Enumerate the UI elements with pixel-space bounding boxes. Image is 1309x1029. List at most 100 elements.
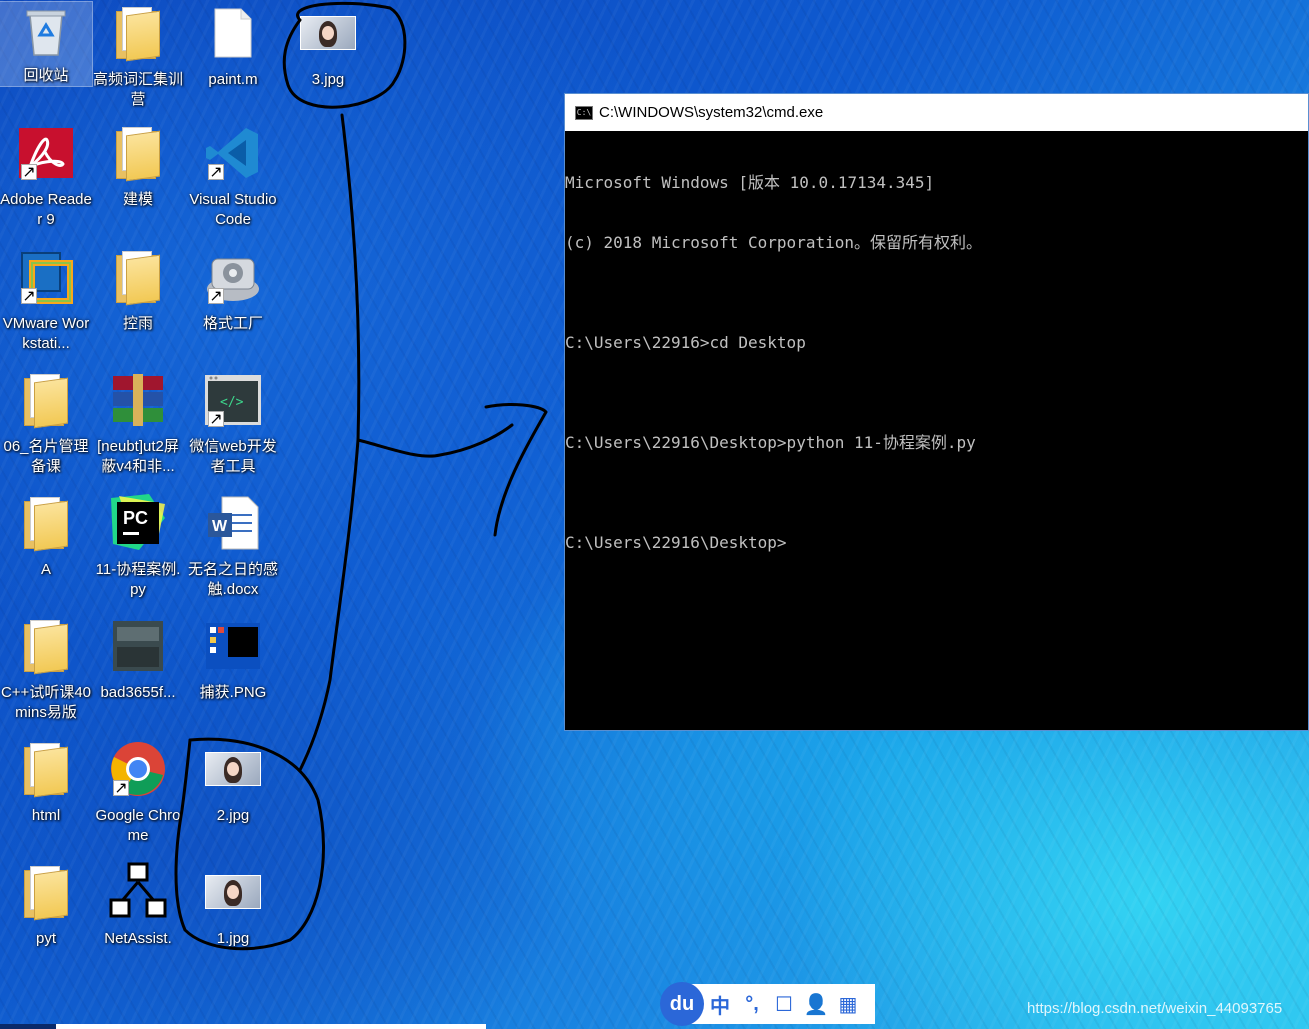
desktop-icon-label: Google Chrome [95, 807, 181, 844]
cmd-app-icon: C:\ [575, 105, 593, 120]
desktop-icon-label: NetAssist. [104, 930, 172, 947]
ime-menu-grid-icon[interactable]: ▦ [832, 984, 864, 1024]
desktop-icon-label: C++试听课40mins易版 [0, 684, 92, 721]
ime-keyboard-icon[interactable]: ☐ [768, 984, 800, 1024]
vmware-icon: ↗ [15, 246, 77, 308]
cmd-window[interactable]: C:\ C:\WINDOWS\system32\cmd.exe Microsof… [564, 93, 1309, 731]
pycharm-icon: PC [107, 492, 169, 554]
desktop-icon-cpp-course[interactable]: C++试听课40mins易版 [0, 615, 92, 723]
image-thumbnail-icon [202, 861, 264, 923]
image-thumbnail-icon [107, 615, 169, 677]
desktop-icon-label: 2.jpg [216, 807, 250, 824]
desktop-icon-label: paint.m [208, 71, 258, 88]
folder-icon [107, 122, 169, 184]
desktop-icon-label: VMware Workstati... [2, 315, 90, 352]
desktop-icon-modeling[interactable]: 建模 [92, 122, 184, 210]
desktop-icon-label: 格式工厂 [202, 315, 263, 332]
ime-toolbar[interactable]: du 中 °, ☐ 👤 ▦ [660, 982, 875, 1026]
desktop-icon-adobe-reader[interactable]: ↗ Adobe Reader 9 [0, 122, 92, 230]
desktop-icon-1jpg[interactable]: 1.jpg [187, 861, 279, 949]
desktop-icon-label: 1.jpg [216, 930, 250, 947]
desktop-icon-kongyu[interactable]: 控雨 [92, 246, 184, 334]
shortcut-arrow-icon: ↗ [113, 780, 129, 797]
word-icon: W [202, 492, 264, 554]
baidu-ime-logo-icon[interactable]: du [660, 982, 704, 1026]
taskbar-edge [0, 1024, 56, 1029]
desktop-icon-label: Adobe Reader 9 [0, 191, 92, 228]
desktop-icon-recycle-bin[interactable]: 回收站 [0, 1, 93, 87]
console-prompt[interactable]: C:\Users\22916\Desktop> [565, 533, 1308, 553]
chrome-icon: ↗ [107, 738, 169, 800]
desktop-icon-capture-png[interactable]: 捕获.PNG [187, 615, 279, 703]
desktop-icon-google-chrome[interactable]: ↗ Google Chrome [92, 738, 184, 846]
cmd-window-title: C:\WINDOWS\system32\cmd.exe [599, 104, 824, 121]
shortcut-arrow-icon: ↗ [208, 411, 224, 428]
folder-icon [15, 492, 77, 554]
desktop-icon-bad3655f[interactable]: bad3655f... [92, 615, 184, 703]
file-icon [202, 2, 264, 64]
desktop-icon-vmware[interactable]: ↗ VMware Workstati... [0, 246, 92, 354]
image-thumbnail-icon [202, 738, 264, 800]
console-line: C:\Users\22916\Desktop>python 11-协程案例.py [565, 433, 976, 452]
taskbar-edge-light [56, 1024, 486, 1029]
desktop-icon-label: A [40, 561, 51, 578]
desktop-icon-label: 06_名片管理备课 [3, 438, 89, 475]
ime-punctuation-button[interactable]: °, [736, 984, 768, 1024]
shortcut-arrow-icon: ↗ [208, 164, 224, 181]
desktop-icon-word-doc[interactable]: W 无名之日的感触.docx [187, 492, 279, 600]
svg-text:W: W [212, 518, 228, 535]
folder-icon [15, 861, 77, 923]
console-line: C:\Users\22916>cd Desktop [565, 333, 806, 352]
ime-chinese-mode-button[interactable]: 中 [704, 984, 736, 1024]
recycle-bin-icon [15, 2, 77, 60]
format-factory-icon: ↗ [202, 246, 264, 308]
svg-text:PC: PC [123, 508, 148, 528]
folder-icon [15, 738, 77, 800]
desktop-icon-label: Visual Studio Code [189, 191, 277, 228]
desktop-icon-card-manager[interactable]: 06_名片管理备课 [0, 369, 92, 477]
desktop-icon-format-factory[interactable]: ↗ 格式工厂 [187, 246, 279, 334]
desktop-icon-label: 11-协程案例.py [95, 561, 181, 598]
folder-doc-icon [107, 2, 169, 64]
ime-user-icon[interactable]: 👤 [800, 984, 832, 1024]
console-line: Microsoft Windows [版本 10.0.17134.345] [565, 173, 935, 192]
shortcut-arrow-icon: ↗ [208, 288, 224, 305]
desktop-icon-netassist[interactable]: NetAssist. [92, 861, 184, 949]
desktop-icon-html[interactable]: html [0, 738, 92, 826]
cmd-titlebar[interactable]: C:\ C:\WINDOWS\system32\cmd.exe [565, 94, 1308, 131]
desktop-icon-vocab-camp[interactable]: 高频词汇集训营 [92, 2, 184, 110]
svg-text:</>: </> [220, 395, 244, 410]
desktop-icon-paint-m[interactable]: paint.m [187, 2, 279, 90]
desktop-icon-pyt[interactable]: pyt [0, 861, 92, 949]
desktop-icon-label: bad3655f... [100, 684, 176, 701]
shortcut-arrow-icon: ↗ [21, 164, 37, 181]
desktop-icon-3jpg[interactable]: 3.jpg [282, 2, 374, 90]
image-thumbnail-icon [297, 2, 359, 64]
folder-icon [107, 246, 169, 308]
wechat-devtools-icon: </> ↗ [202, 369, 264, 431]
console-line: (c) 2018 Microsoft Corporation。保留所有权利。 [565, 233, 982, 252]
vscode-icon: ↗ [202, 122, 264, 184]
netassist-icon [107, 861, 169, 923]
winrar-icon [107, 369, 169, 431]
desktop-icon-label: 捕获.PNG [199, 684, 267, 701]
desktop-icon-coroutine-py[interactable]: PC 11-协程案例.py [92, 492, 184, 600]
desktop-icon-label: 建模 [122, 191, 153, 208]
folder-icon [15, 615, 77, 677]
desktop-icon-2jpg[interactable]: 2.jpg [187, 738, 279, 826]
desktop-icon-label: 3.jpg [311, 71, 345, 88]
desktop-icon-label: 微信web开发者工具 [189, 438, 277, 475]
watermark-text: https://blog.csdn.net/weixin_44093765 [1027, 1000, 1283, 1017]
desktop-icon-label: 回收站 [23, 67, 69, 84]
desktop-icon-winrar-archive[interactable]: [neubt]ut2屏蔽v4和非... [92, 369, 184, 477]
desktop-icon-label: 无名之日的感触.docx [187, 561, 278, 598]
cmd-console-output[interactable]: Microsoft Windows [版本 10.0.17134.345] (c… [565, 131, 1308, 593]
desktop-icon-label: 控雨 [122, 315, 153, 332]
desktop-icon-label: html [31, 807, 61, 824]
desktop-icon-label: 高频词汇集训营 [92, 71, 183, 108]
image-thumbnail-icon [202, 615, 264, 677]
desktop-icon-vscode[interactable]: ↗ Visual Studio Code [187, 122, 279, 230]
desktop-icon-folder-a[interactable]: A [0, 492, 92, 580]
folder-pycharm-icon [15, 369, 77, 431]
desktop-icon-wechat-devtools[interactable]: </> ↗ 微信web开发者工具 [187, 369, 279, 477]
